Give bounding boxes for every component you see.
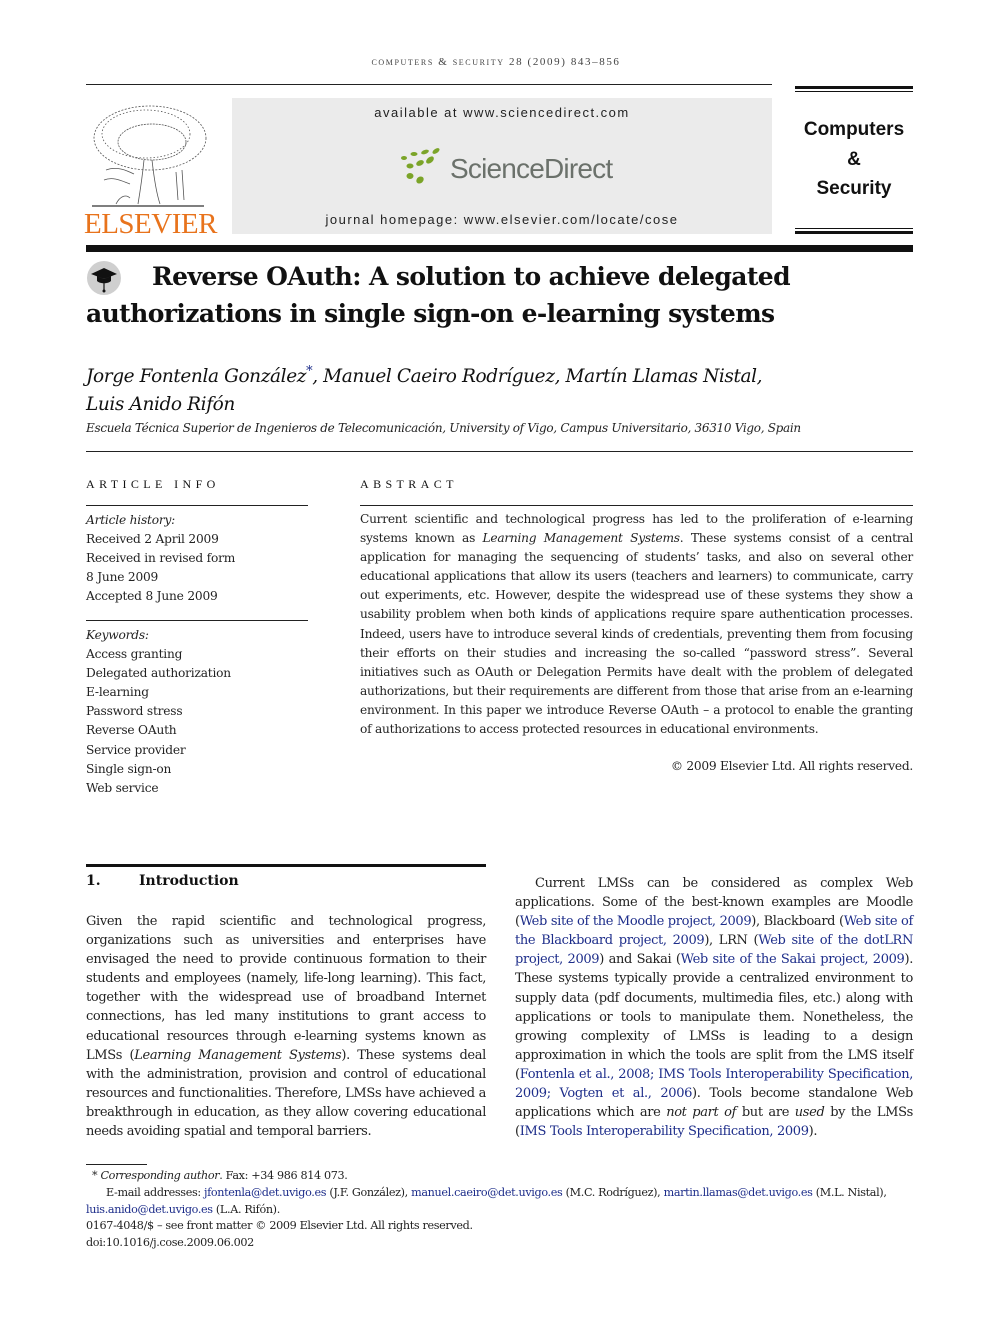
masthead-thick-rule	[86, 245, 913, 252]
author-name: Martín Llamas Nistal	[565, 366, 758, 388]
footnote-mark: *	[92, 1169, 98, 1182]
fax-number: . Fax: +34 986 814 073.	[219, 1169, 348, 1182]
keyword: Password stress	[86, 704, 183, 719]
citation-link[interactable]: Web site of the Moodle project, 2009	[520, 914, 752, 929]
citation-link[interactable]: Web site of the Sakai project, 2009	[681, 952, 905, 967]
section-rule	[86, 864, 486, 867]
email-addresses-note: E-mail addresses: jfontenla@det.uvigo.es…	[86, 1185, 921, 1218]
doi-line[interactable]: doi:10.1016/j.cose.2009.06.002	[86, 1235, 254, 1252]
divider	[86, 451, 913, 452]
keywords: Keywords: Access granting Delegated auth…	[86, 626, 231, 798]
journal-name-line: Computers	[803, 119, 905, 140]
issn-line: 0167-4048/$ – see front matter © 2009 El…	[86, 1219, 473, 1232]
text-emphasis: Learning Management Systems	[134, 1047, 342, 1063]
divider	[86, 620, 308, 621]
keyword: Access granting	[86, 647, 183, 662]
citation-separator: ;	[546, 1086, 560, 1102]
author-name: Jorge Fontenla González	[86, 366, 307, 388]
abstract-heading: ABSTRACT	[360, 477, 458, 491]
email-owner: (M.C. Rodríguez),	[562, 1186, 664, 1199]
text-fragment: Given the rapid scientific and technolog…	[86, 914, 486, 1063]
affiliation: Escuela Técnica Superior de Ingenieros d…	[86, 421, 801, 435]
article-info-heading: ARTICLE INFO	[86, 477, 220, 491]
journal-rule	[795, 86, 913, 89]
history-item: Received 2 April 2009	[86, 532, 219, 547]
text-fragment: ), Blackboard (	[751, 914, 844, 930]
elsevier-wordmark: ELSEVIER	[84, 208, 217, 240]
journal-rule	[795, 91, 913, 92]
journal-name: Computers & Security	[790, 115, 918, 204]
footnote-label: Corresponding author	[100, 1169, 220, 1182]
keywords-label: Keywords:	[86, 628, 149, 642]
copyright-notice: © 2009 Elsevier Ltd. All rights reserved…	[670, 759, 913, 773]
text-fragment: ).	[808, 1124, 818, 1140]
email-link[interactable]: luis.anido@det.uvigo.es	[86, 1203, 213, 1216]
history-item: 8 June 2009	[86, 570, 159, 585]
sciencedirect-wordmark: ScienceDirect	[450, 153, 613, 184]
text-fragment: ) and Sakai (	[599, 952, 681, 968]
text-emphasis: not part of	[666, 1105, 737, 1121]
divider	[86, 505, 308, 506]
citation-separator: ;	[649, 1066, 659, 1082]
abstract-text: Current scientific and technological pro…	[360, 510, 913, 739]
history-item: Received in revised form	[86, 551, 236, 566]
citation-link[interactable]: IMS Tools Interoperability Specification…	[520, 1124, 809, 1139]
section-number: 1.	[86, 873, 101, 889]
journal-homepage-link[interactable]: journal homepage: www.elsevier.com/locat…	[232, 212, 772, 227]
text-fragment: but are	[736, 1105, 795, 1121]
keyword: Service provider	[86, 742, 186, 757]
email-link[interactable]: martin.llamas@det.uvigo.es	[664, 1186, 813, 1199]
journal-name-line: &	[847, 148, 861, 170]
email-owner: (L.A. Rifón).	[212, 1202, 280, 1216]
citation-link[interactable]: Vogten et al., 2006	[560, 1086, 693, 1101]
corresponding-author-link[interactable]: *	[306, 364, 313, 379]
email-label: E-mail addresses:	[106, 1186, 204, 1199]
corresponding-author-note: * Corresponding author. Fax: +34 986 814…	[92, 1168, 348, 1185]
email-link[interactable]: jfontenla@det.uvigo.es	[204, 1186, 327, 1199]
author-name: Manuel Caeiro Rodríguez	[323, 366, 555, 388]
text-fragment: ), LRN (	[704, 933, 759, 949]
history-item: Accepted 8 June 2009	[86, 589, 218, 604]
running-header: computers & security 28 (2009) 843–856	[371, 56, 621, 68]
article-title: Reverse OAuth: A solution to achieve del…	[86, 262, 791, 328]
available-at-link[interactable]: available at www.sciencedirect.com	[232, 105, 772, 120]
journal-name-line: Security	[816, 178, 892, 199]
text-fragment: ). These systems typically provide a cen…	[515, 952, 913, 1082]
author-name: Luis Anido Rifón	[86, 394, 235, 416]
keyword: Delegated authorization	[86, 666, 231, 681]
abstract-emphasis: Learning Management Systems	[482, 531, 680, 546]
header-rule	[86, 84, 772, 85]
article-history-label: Article history:	[86, 513, 176, 527]
section-title: Introduction	[139, 873, 239, 889]
body-paragraph: Given the rapid scientific and technolog…	[86, 912, 486, 1141]
keyword: E-learning	[86, 685, 149, 700]
author-list: Jorge Fontenla González*, Manuel Caeiro …	[86, 364, 763, 416]
abstract-fragment: . These systems consist of a central app…	[360, 531, 913, 737]
journal-rule	[795, 228, 913, 229]
email-owner: (M.L. Nistal),	[812, 1186, 887, 1199]
body-paragraph: Current LMSs can be considered as comple…	[515, 874, 913, 1141]
keyword: Web service	[86, 780, 159, 795]
keyword: Single sign-on	[86, 761, 172, 776]
email-link[interactable]: manuel.caeiro@det.uvigo.es	[411, 1186, 563, 1199]
journal-rule	[795, 231, 913, 234]
email-owner: (J.F. González),	[326, 1186, 412, 1199]
citation-link[interactable]: Fontenla et al., 2008	[520, 1067, 651, 1082]
text-emphasis: used	[794, 1105, 825, 1121]
section-heading: 1. Introduction	[86, 873, 239, 889]
article-history: Article history: Received 2 April 2009 R…	[86, 511, 235, 606]
divider	[360, 505, 913, 506]
footnote-rule	[86, 1164, 147, 1165]
keyword: Reverse OAuth	[86, 723, 177, 738]
